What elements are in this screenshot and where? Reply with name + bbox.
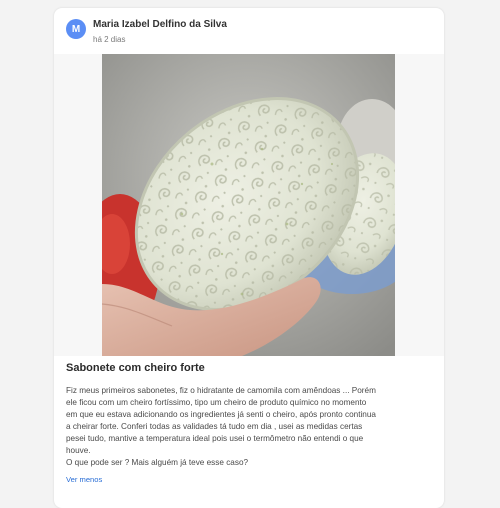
see-less-link[interactable]: Ver menos [66,475,102,484]
post-image[interactable] [102,54,395,356]
post-content: Sabonete com cheiro forte Fiz meus prime… [66,362,432,487]
avatar[interactable]: M [66,19,86,39]
post-timestamp: há 2 dias [93,35,126,44]
post-body-line: ele ficou com um cheiro fortíssimo, tipo… [66,398,367,407]
post-image-container [54,54,444,356]
post-card: M Maria Izabel Delfino da Silva há 2 dia… [54,8,444,508]
post-body-line: em que eu estava adicionando os ingredie… [66,410,376,419]
post-body: Fiz meus primeiros sabonetes, fiz o hidr… [66,385,432,469]
post-body-line: a cheirar forte. Conferi todas as valida… [66,422,363,431]
author-name[interactable]: Maria Izabel Delfino da Silva [93,19,227,30]
post-title[interactable]: Sabonete com cheiro forte [66,362,432,374]
post-body-line: O que pode ser ? Mais alguém já teve ess… [66,458,249,467]
post-body-line: houve. [66,446,91,455]
post-body-line: pesei tudo, mantive a temperatura ideal … [66,434,364,443]
post-body-line: Fiz meus primeiros sabonetes, fiz o hidr… [66,386,376,395]
